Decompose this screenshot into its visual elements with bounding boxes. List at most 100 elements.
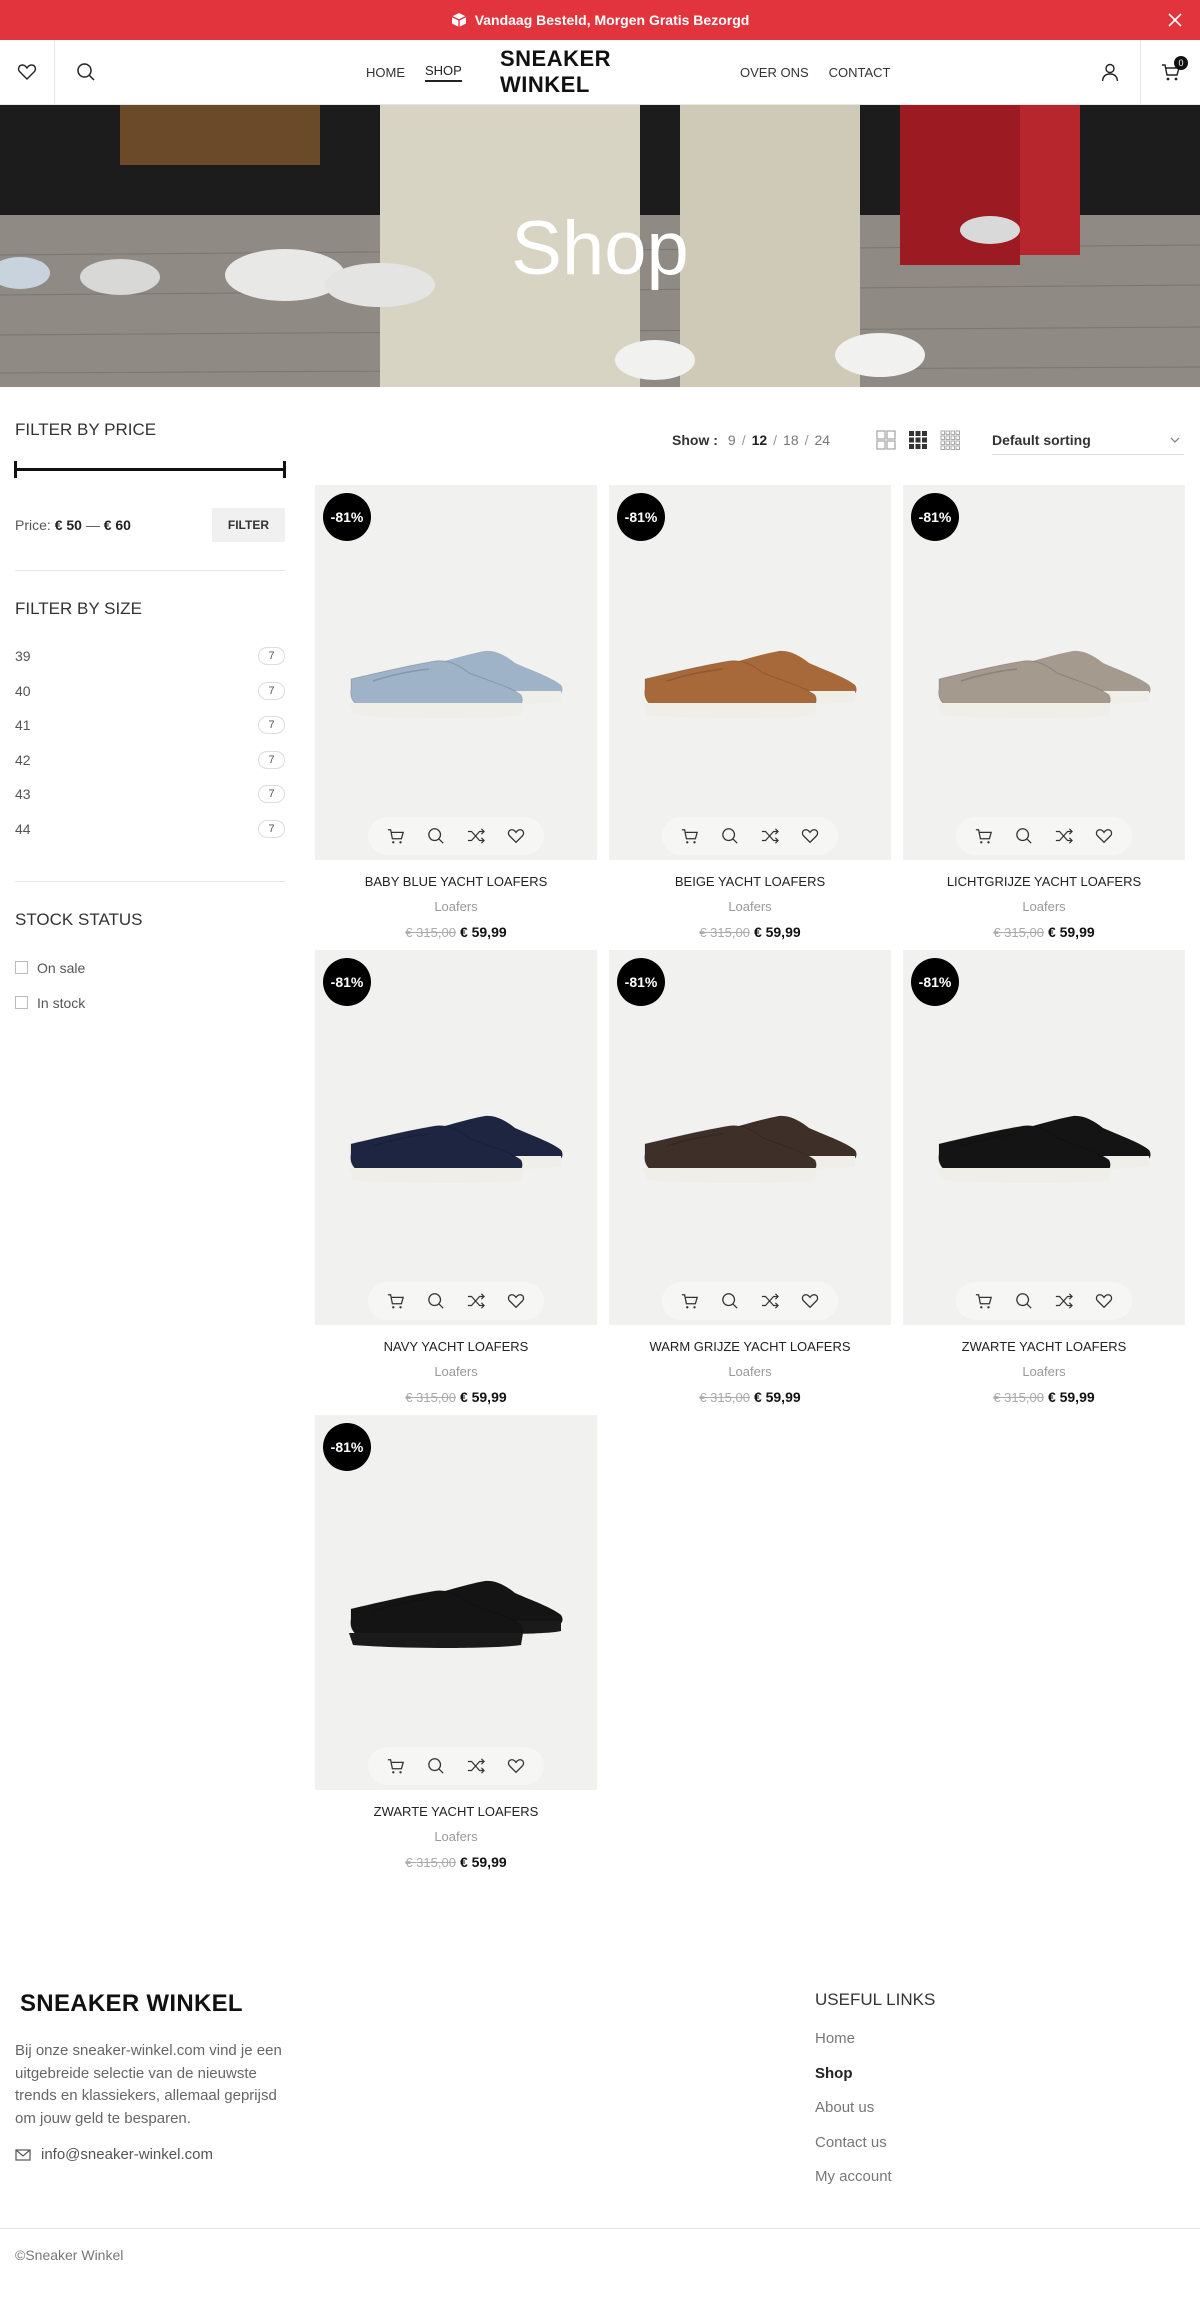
size-option-40[interactable]: 40 7	[15, 674, 285, 709]
product-image-area[interactable]: -81%	[903, 485, 1185, 860]
old-price: € 315,00	[993, 1390, 1044, 1405]
compare-button[interactable]	[465, 1290, 487, 1312]
footer-link-home[interactable]: Home	[815, 2030, 1115, 2065]
product-category[interactable]: Loafers	[903, 1364, 1185, 1379]
product-category[interactable]: Loafers	[609, 899, 891, 914]
footer-link-contact-us[interactable]: Contact us	[815, 2134, 1115, 2169]
product-name[interactable]: ZWARTE YACHT LOAFERS	[903, 1339, 1185, 1354]
stock-option-in-stock[interactable]: In stock	[15, 985, 285, 1020]
product-name[interactable]: LICHTGRIJZE YACHT LOAFERS	[903, 874, 1185, 889]
product-card[interactable]: -81% WARM GRIJZE YACHT LOAFERS Loafers € 31…	[609, 950, 891, 1410]
product-image-area[interactable]: -81%	[903, 950, 1185, 1325]
quick-view-button[interactable]	[1013, 825, 1035, 847]
add-to-wishlist-button[interactable]	[799, 825, 821, 847]
price-slider-max-handle[interactable]	[283, 461, 286, 478]
add-to-cart-button[interactable]	[679, 1290, 701, 1312]
search-button[interactable]	[56, 40, 116, 104]
size-count-badge: 7	[258, 819, 285, 838]
product-card[interactable]: -81% BEIGE YACHT LOAFERS Loafers € 315,00 € …	[609, 485, 891, 945]
stock-option-on-sale[interactable]: On sale	[15, 950, 285, 985]
nav-over-ons[interactable]: OVER ONS	[740, 65, 809, 80]
add-to-wishlist-button[interactable]	[505, 1290, 527, 1312]
size-option-41[interactable]: 41 7	[15, 708, 285, 743]
sort-select[interactable]: Default sorting	[992, 425, 1184, 455]
nav-home[interactable]: HOME	[366, 65, 405, 80]
add-to-cart-button[interactable]	[973, 1290, 995, 1312]
size-option-43[interactable]: 43 7	[15, 777, 285, 812]
size-option-44[interactable]: 44 7	[15, 812, 285, 847]
size-option-45[interactable]: 457	[15, 846, 285, 851]
price-range-slider[interactable]	[14, 460, 286, 480]
compare-button[interactable]	[759, 1290, 781, 1312]
product-name[interactable]: NAVY YACHT LOAFERS	[315, 1339, 597, 1354]
add-to-cart-button[interactable]	[385, 1755, 407, 1777]
product-category[interactable]: Loafers	[315, 1829, 597, 1844]
product-name[interactable]: BEIGE YACHT LOAFERS	[609, 874, 891, 889]
add-to-wishlist-button[interactable]	[505, 1755, 527, 1777]
product-image-area[interactable]: -81%	[315, 485, 597, 860]
nav-shop[interactable]: SHOP	[425, 63, 462, 82]
add-to-wishlist-button[interactable]	[1093, 1290, 1115, 1312]
quick-view-button[interactable]	[425, 1290, 447, 1312]
show-option-18[interactable]: 18	[783, 432, 799, 448]
product-name[interactable]: BABY BLUE YACHT LOAFERS	[315, 874, 597, 889]
account-button[interactable]	[1080, 40, 1140, 104]
show-option-12[interactable]: 12	[752, 432, 768, 448]
grid-4-icon[interactable]	[940, 430, 960, 450]
site-logo[interactable]: SNEAKER WINKEL	[500, 40, 700, 104]
product-card[interactable]: -81% NAVY YACHT LOAFERS Loafers € 315,00 € 5…	[315, 950, 597, 1410]
product-image-area[interactable]: -81%	[609, 485, 891, 860]
quick-view-button[interactable]	[719, 825, 741, 847]
compare-button[interactable]	[759, 825, 781, 847]
product-image-area[interactable]: -81%	[315, 950, 597, 1325]
footer-link-shop[interactable]: Shop	[815, 2065, 1115, 2100]
quick-view-button[interactable]	[1013, 1290, 1035, 1312]
footer-link-my-account[interactable]: My account	[815, 2168, 1115, 2203]
product-name[interactable]: WARM GRIJZE YACHT LOAFERS	[609, 1339, 891, 1354]
footer-link-about-us[interactable]: About us	[815, 2099, 1115, 2134]
cart-button[interactable]: 0	[1140, 40, 1200, 104]
nav-contact[interactable]: CONTACT	[829, 65, 891, 80]
product-category[interactable]: Loafers	[609, 1364, 891, 1379]
size-option-39[interactable]: 39 7	[15, 639, 285, 674]
product-card[interactable]: -81% BABY BLUE YACHT LOAFERS Loafers € 315,…	[315, 485, 597, 945]
quick-view-button[interactable]	[425, 1755, 447, 1777]
checkbox[interactable]	[15, 961, 28, 974]
footer-logo[interactable]: SNEAKER WINKEL	[20, 1990, 243, 2018]
quick-view-button[interactable]	[425, 825, 447, 847]
show-option-24[interactable]: 24	[815, 432, 831, 448]
add-to-cart-button[interactable]	[385, 1290, 407, 1312]
grid-3-icon[interactable]	[908, 430, 928, 450]
compare-button[interactable]	[1053, 825, 1075, 847]
add-to-cart-button[interactable]	[973, 825, 995, 847]
add-to-wishlist-button[interactable]	[505, 825, 527, 847]
price-slider-min-handle[interactable]	[14, 461, 17, 478]
product-category[interactable]: Loafers	[903, 899, 1185, 914]
add-to-wishlist-button[interactable]	[799, 1290, 821, 1312]
add-to-wishlist-button[interactable]	[1093, 825, 1115, 847]
product-category[interactable]: Loafers	[315, 1364, 597, 1379]
product-name[interactable]: ZWARTE YACHT LOAFERS	[315, 1804, 597, 1819]
add-to-cart-button[interactable]	[385, 825, 407, 847]
footer-email-link[interactable]: info@sneaker-winkel.com	[15, 2146, 213, 2163]
show-option-9[interactable]: 9	[728, 432, 736, 448]
compare-button[interactable]	[1053, 1290, 1075, 1312]
product-card[interactable]: -81% LICHTGRIJZE YACHT LOAFERS Loafers € 31…	[903, 485, 1185, 945]
size-option-42[interactable]: 42 7	[15, 743, 285, 778]
quick-view-button[interactable]	[719, 1290, 741, 1312]
product-card[interactable]: -81% ZWARTE YACHT LOAFERS Loafers € 315,00 €…	[315, 1415, 597, 1875]
checkbox[interactable]	[15, 996, 28, 1009]
add-to-cart-button[interactable]	[679, 825, 701, 847]
heart-icon	[1095, 829, 1113, 844]
close-icon[interactable]	[1166, 11, 1184, 29]
shuffle-icon	[467, 828, 485, 844]
product-category[interactable]: Loafers	[315, 899, 597, 914]
product-image-area[interactable]: -81%	[315, 1415, 597, 1790]
compare-button[interactable]	[465, 825, 487, 847]
product-card[interactable]: -81% ZWARTE YACHT LOAFERS Loafers € 315,00 €…	[903, 950, 1185, 1410]
product-image-area[interactable]: -81%	[609, 950, 891, 1325]
compare-button[interactable]	[465, 1755, 487, 1777]
grid-2-icon[interactable]	[876, 430, 896, 450]
filter-button[interactable]: FILTER	[211, 508, 285, 542]
wishlist-button[interactable]	[0, 40, 55, 104]
